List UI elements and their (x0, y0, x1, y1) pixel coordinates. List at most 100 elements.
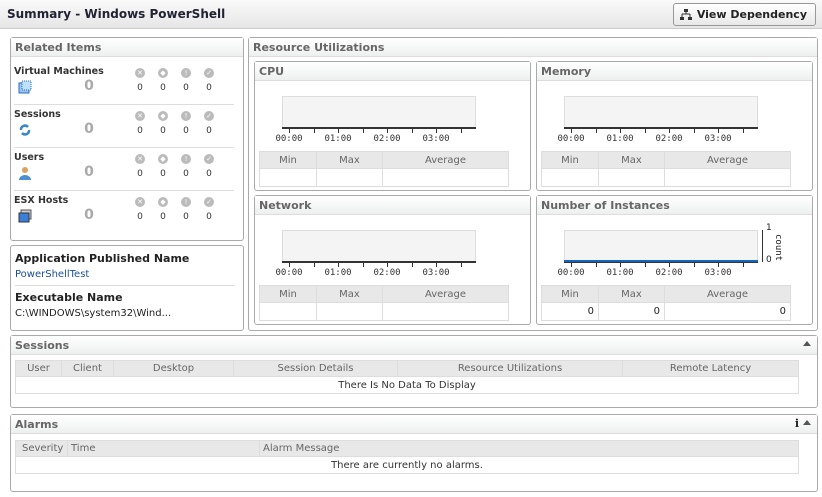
critical-count: 0 (137, 126, 143, 136)
col-average: Average (382, 151, 509, 169)
col-alarm-message[interactable]: Alarm Message (259, 440, 799, 457)
published-name-label: Application Published Name (15, 252, 190, 265)
major-status[interactable]: ◆ 0 (156, 197, 170, 222)
col-remote-latency[interactable]: Remote Latency (622, 360, 799, 377)
average-value (664, 168, 791, 187)
critical-status[interactable]: ✕ 0 (133, 111, 147, 136)
col-max: Max (316, 285, 383, 303)
instances-stats-table: Min Max Average 000 (541, 285, 791, 321)
warning-status[interactable]: ! 0 (179, 68, 193, 93)
major-icon: ◆ (158, 197, 168, 207)
hierarchy-icon (679, 8, 692, 20)
x-tick (742, 129, 744, 133)
warning-status[interactable]: ! 0 (179, 197, 193, 222)
max-value (316, 168, 383, 187)
col-time[interactable]: Time (67, 440, 260, 457)
x-tick-label: 00:00 (275, 268, 303, 278)
x-tick (620, 263, 621, 267)
x-tick-label: 01:00 (324, 268, 352, 278)
empty-message: There are currently no alarms. (15, 456, 799, 474)
x-tick (460, 129, 462, 133)
x-tick (338, 263, 339, 267)
major-count: 0 (160, 169, 166, 179)
x-tick (362, 129, 364, 133)
critical-status[interactable]: ✕ 0 (133, 154, 147, 179)
normal-count: 0 (206, 169, 212, 179)
x-tick (313, 129, 315, 133)
normal-status[interactable]: ✓ 0 (202, 68, 216, 93)
y-min-label: 0 (766, 255, 772, 265)
warning-count: 0 (183, 212, 189, 222)
cpu-title: CPU (255, 62, 530, 81)
memory-title: Memory (537, 62, 812, 81)
instances-series-line (564, 260, 758, 262)
x-tick-label: 03:00 (704, 268, 732, 278)
related-item-count[interactable]: 0 (74, 207, 104, 223)
x-tick-label: 01:00 (606, 268, 634, 278)
major-status[interactable]: ◆ 0 (156, 68, 170, 93)
col-session-details[interactable]: Session Details (233, 360, 398, 377)
memory-chart-panel: Memory 00:00 01:00 02:00 03:00 Min Max Averag… (536, 61, 813, 191)
x-tick-label: 02:00 (373, 268, 401, 278)
col-user[interactable]: User (15, 360, 62, 377)
x-tick (571, 263, 572, 267)
warning-status[interactable]: ! 0 (179, 154, 193, 179)
col-desktop[interactable]: Desktop (113, 360, 234, 377)
x-tick (387, 129, 388, 133)
executable-name-label: Executable Name (15, 291, 123, 304)
major-status[interactable]: ◆ 0 (156, 111, 170, 136)
col-severity[interactable]: Severity (15, 440, 68, 457)
x-tick (387, 263, 388, 267)
critical-icon: ✕ (135, 68, 145, 78)
x-tick (669, 263, 670, 267)
critical-status[interactable]: ✕ 0 (133, 197, 147, 222)
alarms-panel: Alarms i Severity Time Alarm Message The… (10, 414, 818, 492)
view-dependency-button[interactable]: View Dependency (672, 3, 816, 26)
sessions-table: User Client Desktop Session Details Reso… (15, 360, 799, 394)
related-item-count[interactable]: 0 (74, 121, 104, 137)
x-tick (595, 129, 597, 133)
critical-status[interactable]: ✕ 0 (133, 68, 147, 93)
col-resource-utilizations[interactable]: Resource Utilizations (397, 360, 623, 377)
major-status[interactable]: ◆ 0 (156, 154, 170, 179)
collapse-icon[interactable] (803, 420, 811, 425)
related-item-name: Sessions (14, 109, 61, 120)
cpu-chart-panel: CPU 00:00 01:00 02:00 03:00 Min Max Average (254, 61, 531, 191)
info-icon[interactable]: i (795, 417, 799, 430)
normal-status[interactable]: ✓ 0 (202, 197, 216, 222)
average-value: 0 (664, 302, 791, 321)
related-item-name: Users (14, 152, 45, 163)
col-max: Max (598, 151, 665, 169)
related-item-count[interactable]: 0 (74, 164, 104, 180)
related-item-count[interactable]: 0 (74, 78, 104, 94)
warning-icon: ! (181, 68, 191, 78)
esx-host-icon (18, 209, 32, 223)
instances-title: Number of Instances (537, 196, 812, 215)
related-item-name: ESX Hosts (14, 195, 69, 206)
normal-status[interactable]: ✓ 0 (202, 111, 216, 136)
x-tick (362, 263, 364, 267)
col-max: Max (316, 151, 383, 169)
executable-name-value: C:\WINDOWS\system32\Wind... (15, 308, 172, 319)
major-icon: ◆ (158, 154, 168, 164)
x-tick-label: 00:00 (557, 268, 585, 278)
cpu-plot-area (282, 96, 476, 128)
col-min: Min (259, 151, 317, 169)
x-tick (571, 129, 572, 133)
related-item-row[interactable]: Virtual Machines 0 ✕ 0 ◆ 0! 0 ✓ 0 (14, 62, 234, 105)
related-item-row[interactable]: Users 0 ✕ 0 ◆ 0! 0 ✓ 0 (14, 148, 234, 191)
related-item-row[interactable]: ESX Hosts 0 ✕ 0 ◆ 0! 0 ✓ 0 (14, 191, 234, 234)
collapse-icon[interactable] (803, 341, 811, 346)
normal-status[interactable]: ✓ 0 (202, 154, 216, 179)
col-client[interactable]: Client (61, 360, 114, 377)
network-plot-area (282, 230, 476, 262)
warning-status[interactable]: ! 0 (179, 111, 193, 136)
x-tick-label: 03:00 (704, 134, 732, 144)
x-tick (460, 263, 462, 267)
y-axis-label: count (773, 234, 783, 262)
col-min: Min (541, 151, 599, 169)
related-item-row[interactable]: Sessions 0 ✕ 0 ◆ 0 ! 0 ✓ 0 (14, 105, 234, 148)
memory-plot-area (564, 96, 758, 128)
x-tick (411, 263, 413, 267)
col-min: Min (259, 285, 317, 303)
